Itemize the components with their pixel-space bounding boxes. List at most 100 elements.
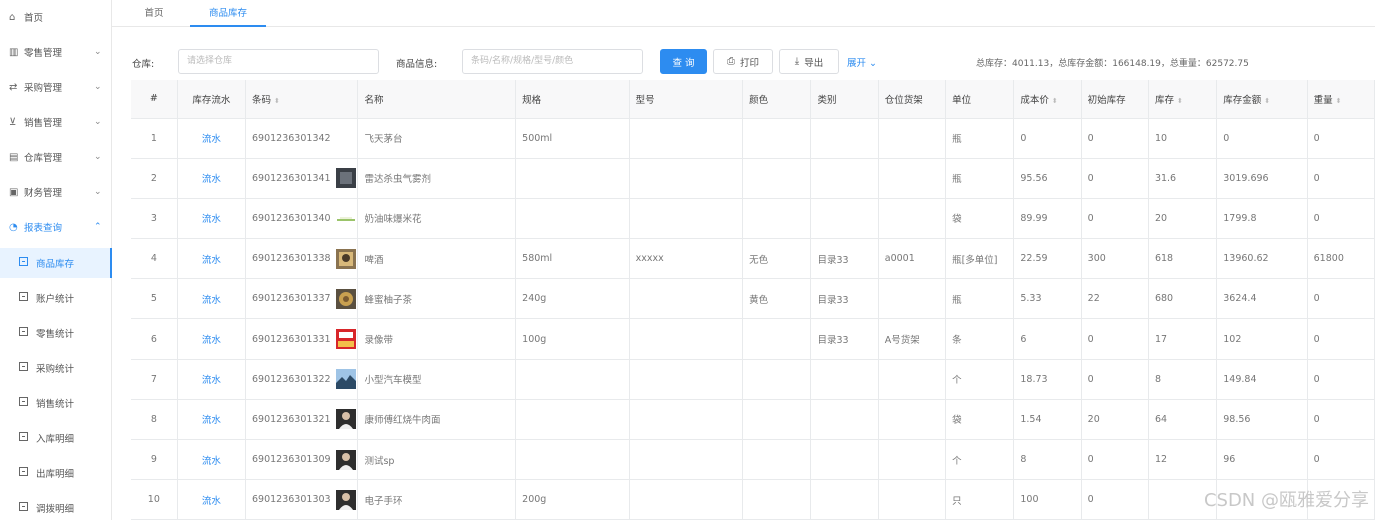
barcode-cell: 6901236301321 (245, 399, 359, 441)
sidebar-item-inbound-detail[interactable]: 入库明细 (0, 426, 112, 450)
export-button-label: 导出 (804, 57, 824, 69)
cell-shelf (878, 479, 947, 520)
sort-icon[interactable]: ⬍ (1052, 97, 1058, 105)
stock-flow-link[interactable]: 流水 (177, 238, 247, 280)
table-body: 1 流水 6901236301342 飞天茅台 500ml 瓶 0 0 10 0 0 2 流水 69012… (131, 118, 1375, 520)
cell-shelf: A号货架 (878, 318, 947, 360)
sidebar-item-retail-stats[interactable]: 零售统计 (0, 321, 112, 345)
stock-flow-link[interactable]: 流水 (177, 359, 247, 400)
tab-home[interactable]: 首页 (132, 0, 176, 27)
sort-icon[interactable]: ⬍ (1177, 97, 1183, 105)
sidebar-item-label: 报表查询 (24, 223, 63, 234)
cell-amount: 98.56 (1216, 399, 1308, 441)
table-icon (0, 327, 32, 339)
print-button[interactable]: ⎙ 打印 (713, 49, 773, 74)
table-row: 10 流水 6901236301303 电子手环 200g 只 100 0 (131, 479, 1375, 520)
col-header-weight[interactable]: 重量 ⬍ (1307, 80, 1375, 119)
table-row: 1 流水 6901236301342 飞天茅台 500ml 瓶 0 0 10 0 0 (131, 118, 1375, 159)
row-index: 10 (131, 479, 178, 520)
sidebar-item-reports[interactable]: ◔ 报表查询 ⌃ (0, 215, 112, 239)
stock-flow-link[interactable]: 流水 (177, 439, 247, 481)
sidebar-item-transfer-detail[interactable]: 调拨明细 (0, 496, 112, 520)
col-header-cost[interactable]: 成本价 ⬍ (1013, 80, 1082, 119)
home-icon: ⌂ (9, 11, 16, 23)
cell-spec (515, 359, 630, 400)
row-index: 2 (131, 158, 178, 199)
sidebar-item-account-stats[interactable]: 账户统计 (0, 286, 112, 310)
query-button[interactable]: 查 询 (660, 49, 707, 74)
sidebar-item-label: 出库明细 (36, 469, 75, 480)
product-name: 奶油味爆米花 (357, 198, 517, 240)
product-name: 康师傅红烧牛肉面 (357, 399, 517, 441)
row-index: 8 (131, 399, 178, 441)
export-button[interactable]: ⤓ 导出 (779, 49, 839, 74)
sidebar-item-stock[interactable]: 商品库存 (0, 248, 112, 278)
chevron-down-icon: ⌄ (94, 47, 102, 57)
tab-product-stock[interactable]: 商品库存 (190, 0, 266, 27)
barcode-text: 6901236301322 (252, 373, 331, 385)
row-index: 3 (131, 198, 178, 240)
col-header-amount[interactable]: 库存金额 ⬍ (1216, 80, 1308, 119)
sidebar-item-home[interactable]: ⌂ 首页 (0, 5, 112, 29)
sort-icon[interactable]: ⬍ (274, 97, 280, 105)
sidebar-item-outbound-detail[interactable]: 出库明细 (0, 461, 112, 485)
product-name: 电子手环 (357, 479, 517, 520)
table-icon (0, 292, 32, 304)
product-thumbnail (331, 168, 356, 189)
sidebar-item-retail[interactable]: ▥ 零售管理 ⌄ (0, 40, 112, 64)
cell-weight: 0 (1307, 359, 1375, 400)
cell-shelf (878, 278, 947, 320)
cell-amount: 1799.8 (1216, 198, 1308, 240)
cell-cost: 0 (1013, 118, 1082, 159)
warehouse-select[interactable]: 请选择仓库 (178, 49, 379, 74)
cell-shelf (878, 399, 947, 441)
cell-cost: 6 (1013, 318, 1082, 360)
cell-stock: 680 (1148, 278, 1218, 320)
cell-init: 0 (1081, 198, 1149, 240)
col-header-index: # (131, 80, 178, 119)
stock-flow-link[interactable]: 流水 (177, 198, 247, 240)
watermark: CSDN @瓯雅爱分享 (1203, 490, 1369, 511)
col-header-flow: 库存流水 (177, 80, 247, 119)
sidebar-item-purchase[interactable]: ⇄ 采购管理 ⌄ (0, 75, 112, 99)
stock-flow-link[interactable]: 流水 (177, 158, 247, 199)
cell-weight: 0 (1307, 439, 1375, 481)
col-header-stock[interactable]: 库存 ⬍ (1148, 80, 1218, 119)
col-header-initial-stock: 初始库存 (1081, 80, 1149, 119)
cell-init: 0 (1081, 439, 1149, 481)
sidebar-item-sales-stats[interactable]: 销售统计 (0, 391, 112, 415)
cell-stock: 12 (1148, 439, 1218, 481)
cell-shelf (878, 359, 947, 400)
stock-flow-link[interactable]: 流水 (177, 318, 247, 360)
cell-model (629, 318, 744, 360)
finance-icon: ▣ (9, 186, 19, 198)
sidebar-item-sales[interactable]: ⊻ 销售管理 ⌄ (0, 110, 112, 134)
print-button-label: 打印 (739, 57, 759, 69)
cell-cost: 18.73 (1013, 359, 1082, 400)
cell-color: 黄色 (742, 278, 812, 320)
cell-amount: 13960.62 (1216, 238, 1308, 280)
product-name: 飞天茅台 (357, 118, 517, 159)
product-name: 蜂蜜柚子茶 (357, 278, 517, 320)
expand-link[interactable]: 展开 ⌄ (847, 55, 877, 69)
stock-flow-link[interactable]: 流水 (177, 399, 247, 441)
stock-flow-link[interactable]: 流水 (177, 479, 247, 520)
sort-icon[interactable]: ⬍ (1336, 97, 1342, 105)
printer-icon: ⎙ (726, 56, 735, 67)
col-header-shelf: 仓位货架 (878, 80, 947, 119)
product-search-input[interactable]: 条码/名称/规格/型号/颜色 (462, 49, 643, 74)
cell-init: 0 (1081, 479, 1149, 520)
barcode-text: 6901236301309 (252, 454, 331, 466)
barcode-text: 6901236301321 (252, 413, 331, 425)
stock-flow-link[interactable]: 流水 (177, 118, 247, 159)
sidebar-item-finance[interactable]: ▣ 财务管理 ⌄ (0, 180, 112, 204)
chevron-down-icon: ⌄ (869, 58, 878, 69)
table-icon (0, 467, 32, 479)
sidebar-item-warehouse[interactable]: ▤ 仓库管理 ⌄ (0, 145, 112, 169)
col-header-barcode[interactable]: 条码 ⬍ (245, 80, 359, 119)
stock-flow-link[interactable]: 流水 (177, 278, 247, 320)
cell-model: xxxxx (629, 238, 744, 280)
chevron-up-icon: ⌃ (94, 222, 102, 232)
sort-icon[interactable]: ⬍ (1264, 97, 1270, 105)
sidebar-item-purchase-stats[interactable]: 采购统计 (0, 356, 112, 380)
